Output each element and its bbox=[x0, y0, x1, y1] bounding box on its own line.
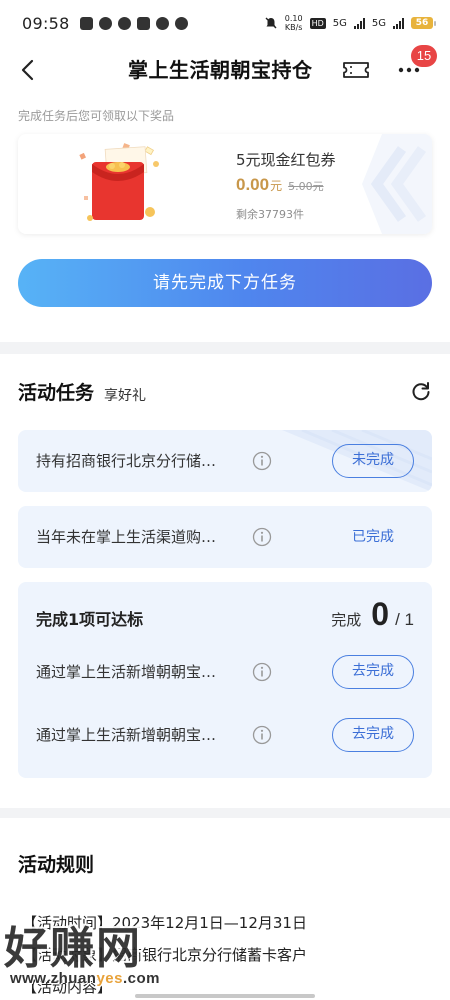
watermark-url-accent: yes bbox=[96, 970, 123, 987]
info-icon[interactable] bbox=[252, 662, 272, 682]
reward-hint: 完成任务后您可领取以下奖品 bbox=[18, 109, 175, 123]
complete-tasks-button[interactable]: 请先完成下方任务 bbox=[18, 259, 432, 307]
task-group: 完成1项可达标 完成 0 / 1 通过掌上生活新增朝朝宝… 去完成 通过掌上生活… bbox=[18, 582, 432, 778]
signal1-icon bbox=[353, 17, 365, 29]
watermark-url-suffix: .com bbox=[122, 970, 160, 987]
nfc-icon bbox=[174, 16, 188, 30]
task-status-label: 已完成 bbox=[352, 529, 394, 545]
info-icon[interactable] bbox=[252, 451, 272, 471]
weibo-notification-icon bbox=[155, 16, 169, 30]
page-title: 掌上生活朝朝宝持仓 bbox=[128, 58, 313, 82]
task-text: 持有招商银行北京分行储… bbox=[36, 452, 217, 470]
reward-price: 0.00 bbox=[236, 175, 270, 194]
chat-notification-icon bbox=[98, 16, 112, 30]
mute-bell-icon bbox=[265, 17, 277, 29]
reward-card: 5元现金红包券 0.00 元 5.00元 剩余37793件 bbox=[18, 134, 432, 234]
net-speed: 0.10 KB/s bbox=[285, 14, 303, 32]
task-group-progress: 完成 0 / 1 bbox=[331, 596, 414, 633]
site-watermark: 好赚网 www.zhuanyes.com bbox=[0, 912, 190, 1000]
task-row: 通过掌上生活新增朝朝宝… 去完成 bbox=[18, 647, 432, 697]
reward-stock: 剩余37793件 bbox=[236, 208, 304, 221]
task-text: 通过掌上生活新增朝朝宝… bbox=[36, 726, 217, 744]
reward-price-row: 0.00 元 5.00元 bbox=[236, 175, 324, 195]
back-arrow-icon bbox=[21, 59, 34, 81]
progress-total: / 1 bbox=[395, 610, 414, 629]
task-status-button[interactable]: 未完成 bbox=[332, 444, 414, 478]
task-group-title: 完成1项可达标 bbox=[36, 610, 144, 629]
notification-badge: 15 bbox=[411, 45, 437, 67]
task-text: 当年未在掌上生活渠道购… bbox=[36, 528, 217, 546]
task-section-subtitle: 享好礼 bbox=[104, 388, 146, 404]
task-row: 通过掌上生活新增朝朝宝… 去完成 bbox=[18, 710, 432, 760]
info-icon[interactable] bbox=[252, 527, 272, 547]
reward-price-unit: 元 bbox=[270, 179, 283, 193]
status-time: 09:58 bbox=[22, 13, 70, 33]
watermark-url: www.zhuanyes.com bbox=[10, 970, 160, 987]
ticket-icon[interactable] bbox=[340, 58, 372, 82]
rules-title: 活动规则 bbox=[18, 854, 95, 876]
more-icon bbox=[398, 67, 420, 73]
hd-badge: HD bbox=[309, 17, 326, 29]
red-envelope-icon bbox=[79, 143, 159, 221]
status-notification-icons bbox=[79, 16, 188, 30]
progress-label: 完成 bbox=[331, 611, 362, 629]
task-text: 通过掌上生活新增朝朝宝… bbox=[36, 663, 217, 681]
task-go-button[interactable]: 去完成 bbox=[332, 718, 414, 752]
progress-done: 0 bbox=[371, 596, 390, 632]
net-speed-unit: KB/s bbox=[284, 23, 303, 32]
send-notification-icon bbox=[136, 16, 150, 30]
task-section: 活动任务 享好礼 持有招商银行北京分行储… 未完成 当年未在掌上生活渠道购… 已… bbox=[0, 354, 450, 808]
battery-icon: 56 bbox=[411, 17, 436, 29]
info-icon[interactable] bbox=[252, 725, 272, 745]
reward-name: 5元现金红包券 bbox=[236, 151, 336, 169]
watermark-url-prefix: www.zhuan bbox=[10, 970, 97, 987]
nav-bar: 掌上生活朝朝宝持仓 bbox=[0, 46, 450, 94]
card-decoration bbox=[362, 134, 432, 234]
battery-tip bbox=[434, 20, 436, 26]
status-right-icons: 0.10 KB/s HD 5G 5G 56 bbox=[264, 14, 436, 32]
sim1-label: 5G bbox=[332, 17, 347, 29]
net-speed-value: 0.10 bbox=[284, 14, 303, 23]
task-row: 当年未在掌上生活渠道购… 已完成 bbox=[18, 506, 432, 568]
back-button[interactable] bbox=[0, 46, 56, 94]
message-notification-icon bbox=[117, 16, 131, 30]
reward-original-price: 5.00元 bbox=[288, 180, 324, 193]
task-go-button[interactable]: 去完成 bbox=[332, 655, 414, 689]
battery-level: 56 bbox=[411, 17, 433, 29]
reward-section: 完成任务后您可领取以下奖品 5元现金红包券 0.00 元 5.00元 剩余377… bbox=[0, 94, 450, 342]
signal2-icon bbox=[393, 17, 404, 29]
watermark-text: 好赚网 bbox=[4, 923, 142, 974]
status-bar: 09:58 0.10 KB/s HD 5G 5G 56 bbox=[0, 0, 450, 46]
task-row: 持有招商银行北京分行储… 未完成 bbox=[18, 430, 432, 492]
home-indicator[interactable] bbox=[135, 994, 315, 998]
app-notification-icon bbox=[79, 16, 93, 30]
task-section-title: 活动任务 bbox=[18, 382, 95, 404]
sim2-label: 5G bbox=[371, 17, 386, 29]
refresh-icon[interactable] bbox=[410, 380, 432, 402]
